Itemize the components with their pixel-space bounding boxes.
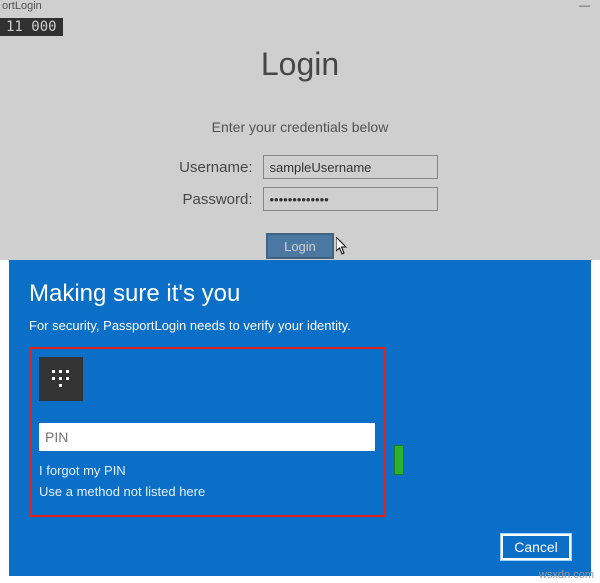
login-panel: Login Enter your credentials below Usern…	[0, 36, 600, 259]
watermark: wsxdn.com	[539, 569, 594, 581]
cancel-button[interactable]: Cancel	[501, 534, 571, 560]
verify-identity-dialog: Making sure it's you For security, Passp…	[9, 260, 591, 576]
page-subtitle: Enter your credentials below	[0, 119, 600, 135]
password-row: Password:	[0, 187, 600, 211]
dialog-title: Making sure it's you	[29, 280, 571, 308]
password-input[interactable]	[263, 187, 438, 211]
page-title: Login	[0, 46, 600, 83]
keypad-icon	[39, 357, 83, 401]
window-title: ortLogin	[2, 0, 42, 18]
green-indicator	[394, 445, 404, 475]
username-input[interactable]	[263, 155, 438, 179]
password-label: Password:	[163, 191, 253, 208]
alt-method-link[interactable]: Use a method not listed here	[39, 482, 375, 503]
username-label: Username:	[163, 159, 253, 176]
dialog-subtitle: For security, PassportLogin needs to ver…	[29, 318, 571, 333]
pin-panel: I forgot my PIN Use a method not listed …	[29, 347, 385, 517]
login-button[interactable]: Login	[266, 233, 334, 259]
forgot-pin-link[interactable]: I forgot my PIN	[39, 461, 375, 482]
username-row: Username:	[0, 155, 600, 179]
window-min-icon[interactable]: —	[579, 0, 600, 18]
pin-input[interactable]	[39, 423, 375, 451]
title-bar: ortLogin —	[0, 0, 600, 18]
counters-overlay: 11 000	[0, 18, 63, 36]
